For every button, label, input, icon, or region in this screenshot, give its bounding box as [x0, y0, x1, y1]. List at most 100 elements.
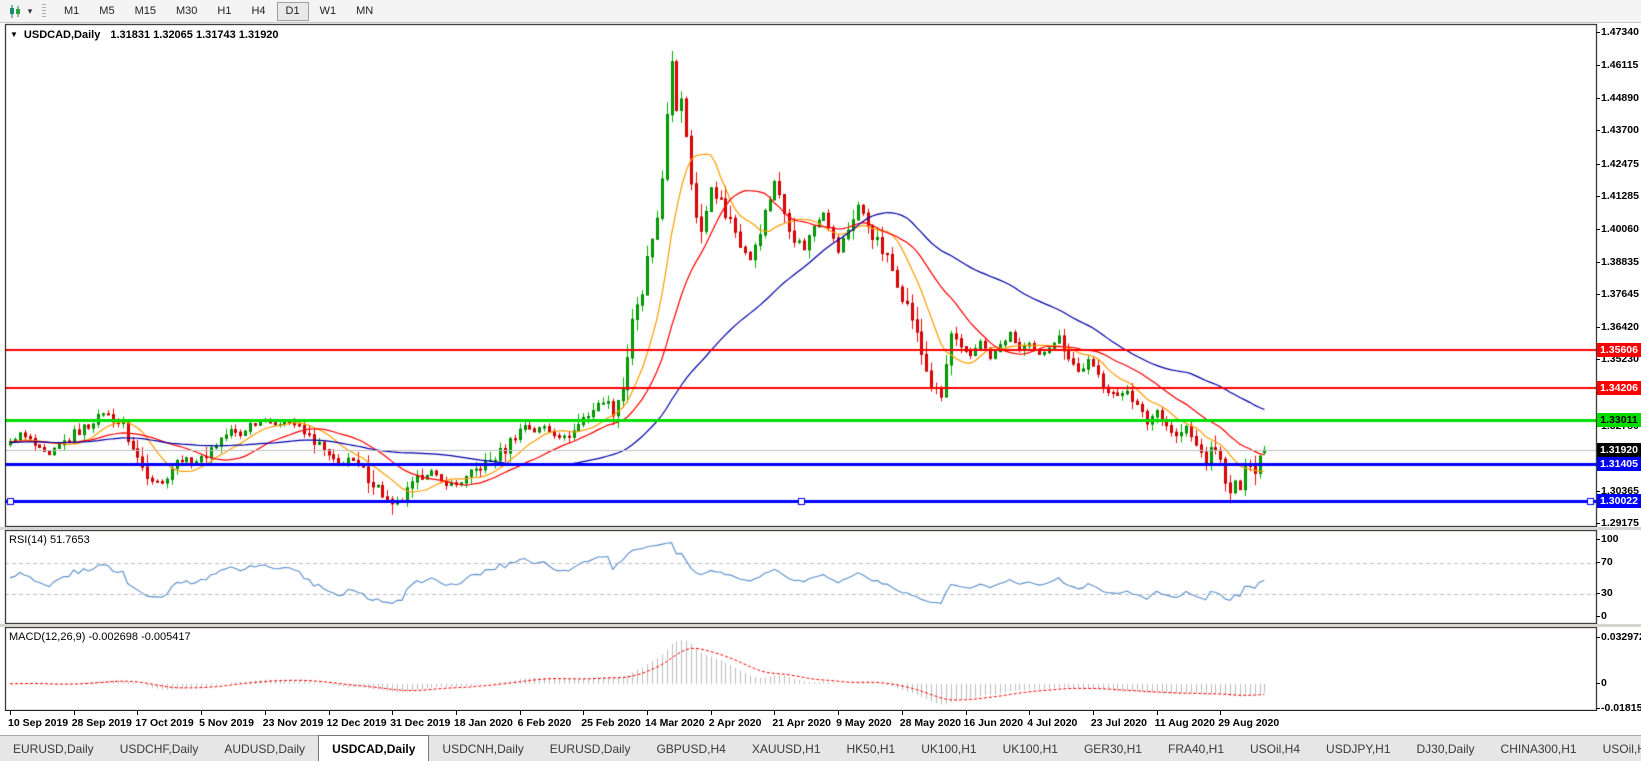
date-tick	[519, 711, 521, 715]
tab-xauusd-h1-7[interactable]: XAUUSD,H1	[739, 736, 834, 761]
rsi-label: RSI(14) 51.7653	[9, 534, 90, 546]
date-tick	[73, 711, 75, 715]
panel-separator[interactable]	[0, 527, 1641, 530]
tab-uk100-h1-10[interactable]: UK100,H1	[990, 736, 1071, 761]
panel-separator[interactable]	[0, 624, 1641, 627]
timeframe-m15[interactable]: M15	[126, 2, 165, 21]
tab-hk50-h1-8[interactable]: HK50,H1	[834, 736, 909, 761]
price-tick: 1.47340	[1596, 26, 1639, 38]
date-label: 28 Sep 2019	[71, 717, 132, 729]
date-tick	[10, 711, 11, 715]
macd-tick: 0	[1596, 676, 1607, 689]
chart-menu-icon[interactable]: ▼	[10, 30, 18, 39]
rsi-tick: 70	[1596, 556, 1613, 569]
tab-dj30-daily-15[interactable]: DJ30,Daily	[1404, 736, 1488, 761]
chart-canvas[interactable]	[0, 0, 1641, 761]
date-label: 17 Oct 2019	[135, 717, 194, 729]
date-tick	[1156, 711, 1158, 715]
price-tick: 1.41285	[1596, 189, 1639, 202]
price-tag-current: 1.31920	[1597, 442, 1641, 457]
tab-bar: EURUSD,Daily USDCHF,Daily AUDUSD,Daily USDC…	[0, 735, 1641, 761]
tab-usdchf-daily-1[interactable]: USDCHF,Daily	[107, 736, 212, 761]
timeframe-mn[interactable]: MN	[347, 2, 382, 21]
date-label: 18 Jan 2020	[453, 717, 513, 729]
date-tick	[455, 711, 457, 715]
date-tick	[965, 711, 967, 715]
date-tick	[1092, 711, 1094, 715]
chart-ohlc: 1.31831 1.32065 1.31743 1.31920	[110, 29, 279, 41]
date-label: 14 Mar 2020	[645, 717, 705, 729]
tab-eurusd-daily-5[interactable]: EURUSD,Daily	[537, 736, 644, 761]
rsi-tick: 100	[1596, 533, 1619, 545]
date-label: 16 Jun 2020	[963, 717, 1024, 729]
date-label: 10 Sep 2019	[8, 717, 69, 729]
date-label: 25 Feb 2020	[581, 717, 641, 729]
rsi-tick: 30	[1596, 586, 1613, 599]
price-tick: 1.44890	[1596, 92, 1639, 105]
date-tick	[1220, 711, 1222, 715]
tab-china300-h1-16[interactable]: CHINA300,H1	[1488, 736, 1590, 761]
price-tick: 1.37645	[1596, 288, 1639, 301]
price-tag-1.31405: 1.31405	[1597, 456, 1641, 471]
timeframe-d1[interactable]: D1	[276, 2, 309, 21]
date-label: 6 Feb 2020	[517, 717, 572, 729]
price-tag-1.35606: 1.35606	[1597, 343, 1641, 358]
date-label: 9 May 2020	[836, 717, 892, 729]
tab-usoil-h1-17[interactable]: USOil,H1	[1590, 736, 1641, 761]
date-axis[interactable]: 10 Sep 2019 28 Sep 2019 17 Oct 2019 5 Nov 2…	[0, 711, 1641, 735]
date-tick	[710, 711, 712, 715]
tab-ger30-h1-11[interactable]: GER30,H1	[1071, 736, 1155, 761]
date-tick	[647, 711, 648, 715]
tab-usdcad-daily-3[interactable]: USDCAD,Daily	[318, 735, 430, 761]
tab-fra40-h1-12[interactable]: FRA40,H1	[1155, 736, 1237, 761]
date-tick	[137, 711, 139, 715]
price-tick: 1.36420	[1596, 321, 1639, 334]
date-label: 2 Apr 2020	[708, 717, 762, 729]
caret-down-icon[interactable]: ▾	[24, 6, 36, 17]
timeframe-h1[interactable]: H1	[208, 2, 240, 21]
date-label: 4 Jul 2020	[1027, 717, 1078, 729]
date-tick	[901, 711, 903, 715]
price-tag-1.34206: 1.34206	[1597, 381, 1641, 395]
date-label: 28 May 2020	[899, 717, 962, 729]
tab-usdjpy-h1-14[interactable]: USDJPY,H1	[1313, 736, 1403, 761]
timeframe-m5[interactable]: M5	[90, 2, 123, 21]
price-tag-1.33011: 1.33011	[1597, 413, 1641, 428]
tab-gbpusd-h4-6[interactable]: GBPUSD,H4	[643, 736, 738, 761]
price-axis[interactable]: 1.47340 1.46115 1.44890 1.43700 1.42475 1.412…	[1595, 22, 1641, 714]
price-tick: 1.29175	[1596, 517, 1639, 529]
timeframe-w1[interactable]: W1	[311, 2, 346, 21]
date-tick	[583, 711, 585, 715]
timeframe-m1[interactable]: M1	[55, 2, 88, 21]
price-tick: 1.43700	[1596, 124, 1639, 137]
chart-type-icon[interactable]	[6, 3, 24, 19]
date-label: 5 Nov 2019	[199, 717, 254, 729]
date-label: 12 Dec 2019	[326, 717, 387, 729]
date-tick	[328, 711, 330, 715]
price-tick: 1.42475	[1596, 157, 1639, 170]
tab-usdcnh-daily-4[interactable]: USDCNH,Daily	[429, 736, 536, 761]
tab-usoil-h4-13[interactable]: USOil,H4	[1237, 736, 1313, 761]
timeframe-m30[interactable]: M30	[167, 2, 206, 21]
price-tick: 1.40060	[1596, 222, 1639, 235]
date-label: 11 Aug 2020	[1154, 717, 1215, 729]
date-label: 31 Dec 2019	[390, 717, 451, 729]
date-tick	[264, 711, 266, 715]
price-tick: 1.38835	[1596, 255, 1639, 268]
rsi-tick: 0	[1596, 610, 1607, 622]
date-tick	[392, 711, 394, 715]
macd-tick: -0.018154	[1595, 702, 1641, 714]
date-tick	[774, 711, 776, 715]
macd-tick: 0.032972	[1596, 631, 1641, 643]
date-label: 21 Apr 2020	[772, 717, 831, 729]
date-tick	[1029, 711, 1031, 715]
date-tick	[201, 711, 203, 715]
timeframe-h4[interactable]: H4	[242, 2, 274, 21]
price-tag-1.30022: 1.30022	[1597, 494, 1641, 509]
tab-uk100-h1-9[interactable]: UK100,H1	[908, 736, 989, 761]
tab-audusd-daily-2[interactable]: AUDUSD,Daily	[211, 736, 318, 761]
chart-header: ▼ USDCAD,Daily 1.31831 1.32065 1.31743 1.3…	[10, 29, 279, 41]
date-label: 23 Nov 2019	[262, 717, 324, 729]
timeframe-buttons: M1 M5 M15 M30 H1 H4 D1 W1 MN	[54, 1, 383, 21]
tab-eurusd-daily-0[interactable]: EURUSD,Daily	[0, 736, 107, 761]
